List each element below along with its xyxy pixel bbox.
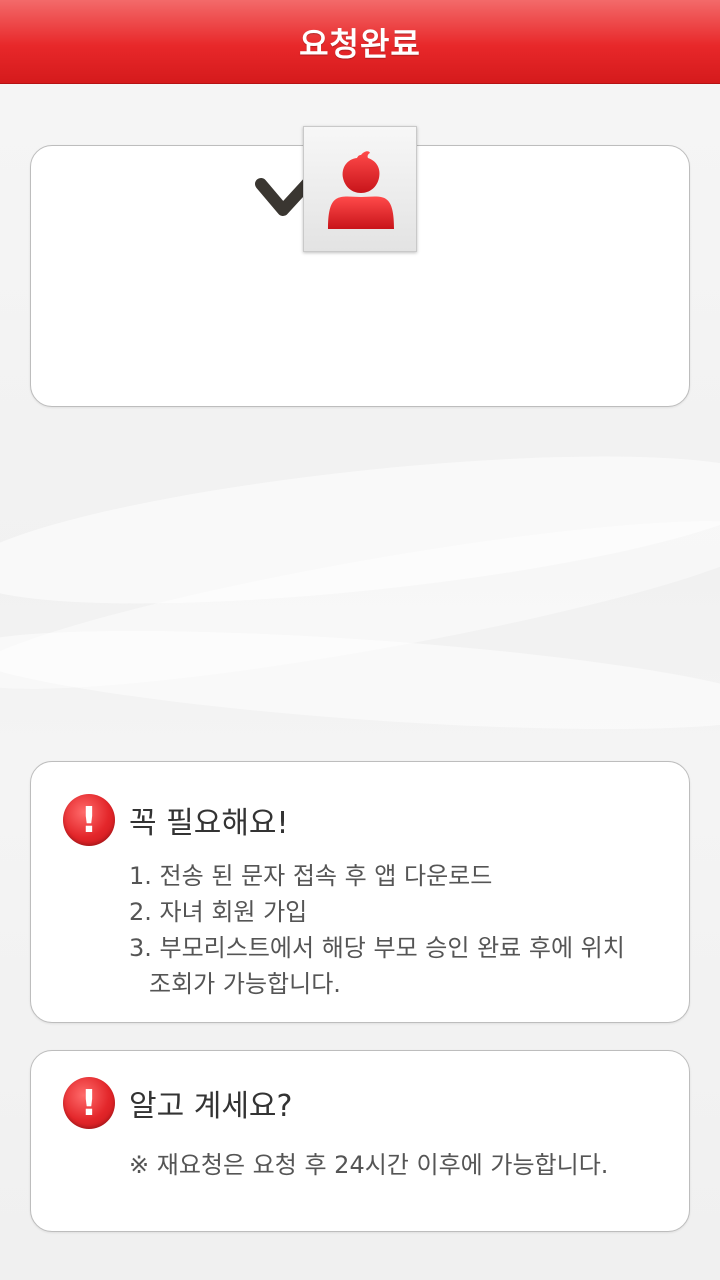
- notice-header: ! 꼭 필요해요!: [63, 794, 289, 846]
- page-title: 요청완료: [299, 24, 421, 63]
- person-icon: [328, 151, 394, 229]
- list-item: 조회가 가능합니다.: [149, 970, 341, 998]
- list-item: 1. 전송 된 문자 접속 후 앱 다운로드: [129, 862, 493, 890]
- notice-title: 알고 계세요?: [129, 1089, 293, 1124]
- notice-header: ! 알고 계세요?: [63, 1077, 292, 1129]
- notice-title: 꼭 필요해요!: [129, 806, 289, 841]
- steps-list: 1. 전송 된 문자 접속 후 앱 다운로드 2. 자녀 회원 가입 3. 부모…: [129, 858, 669, 1002]
- required-steps-panel: ! 꼭 필요해요! 1. 전송 된 문자 접속 후 앱 다운로드 2. 자녀 회…: [30, 761, 690, 1023]
- request-complete-graphic: [255, 126, 417, 252]
- notice-text: ※ 재요청은 요청 후 24시간 이후에 가능합니다.: [129, 1151, 609, 1179]
- list-item: 3. 부모리스트에서 해당 부모 승인 완료 후에 위치: [129, 934, 625, 962]
- info-panel: ! 알고 계세요? ※ 재요청은 요청 후 24시간 이후에 가능합니다.: [30, 1050, 690, 1232]
- avatar: [303, 126, 417, 252]
- header-bar: 요청완료: [0, 0, 720, 84]
- alert-icon: !: [63, 1077, 115, 1129]
- list-item: 2. 자녀 회원 가입: [129, 898, 308, 926]
- alert-icon: !: [63, 794, 115, 846]
